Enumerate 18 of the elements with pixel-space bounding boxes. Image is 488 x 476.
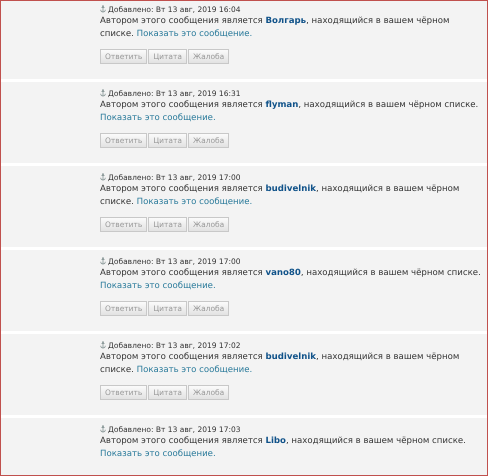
show-message-link[interactable]: Показать это сообщение. xyxy=(100,449,216,459)
show-message-link[interactable]: Показать это сообщение. xyxy=(100,281,216,291)
blocked-message: Автором этого сообщения является vano80, находящийся в вашем чёрном списке. Показать это сообщение. xyxy=(100,267,482,293)
blocked-message: Автором этого сообщения является budivelnik, находящийся в вашем чёрном списке. Показать это сообщение. xyxy=(100,183,460,209)
show-message-link[interactable]: Показать это сообщение. xyxy=(100,113,216,123)
blocked-message: Автором этого сообщения является budivelnik, находящийся в вашем чёрном списке. Показать это сообщение. xyxy=(100,351,460,377)
anchor-icon[interactable] xyxy=(100,257,106,265)
anchor-icon[interactable] xyxy=(100,173,106,181)
anchor-icon[interactable] xyxy=(100,89,106,97)
blocked-message: Автором этого сообщения является Libo, находящийся в вашем чёрном списке. Показать это сообщение. xyxy=(100,435,467,461)
anchor-icon[interactable] xyxy=(100,425,106,433)
show-message-link[interactable]: Показать это сообщение. xyxy=(136,29,252,39)
show-message-link[interactable]: Показать это сообщение. xyxy=(136,365,252,375)
anchor-icon[interactable] xyxy=(100,5,106,13)
anchor-icon[interactable] xyxy=(100,341,106,349)
blocked-message: Автором этого сообщения является flyman, находящийся в вашем чёрном списке. Показать это сообщение. xyxy=(100,99,480,125)
show-message-link[interactable]: Показать это сообщение. xyxy=(136,197,252,207)
blocked-message: Автором этого сообщения является Волгарь, находящийся в вашем чёрном списке. Показать это сообщение. xyxy=(100,15,450,41)
